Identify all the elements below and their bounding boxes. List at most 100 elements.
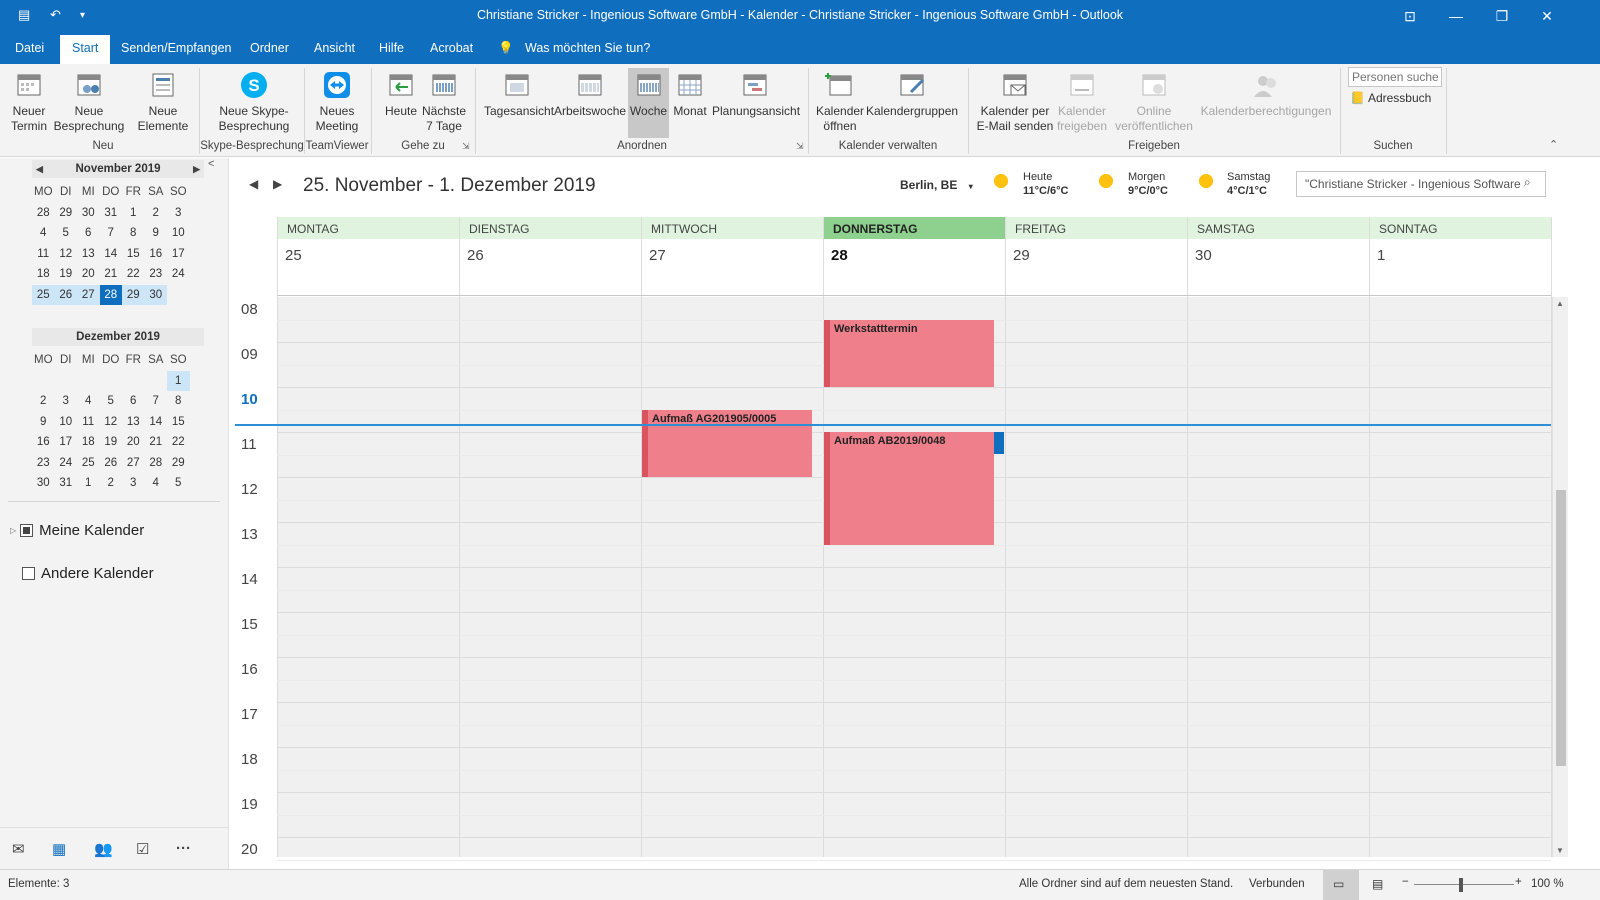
mini-calendar-day[interactable]: 23	[32, 453, 55, 474]
close-icon[interactable]: ✕	[1535, 5, 1559, 27]
mini-calendar-day[interactable]: 6	[122, 391, 145, 412]
mini-calendar-day[interactable]: 5	[100, 391, 123, 412]
day-view-button[interactable]: Tagesansicht	[484, 68, 554, 119]
mini-calendar-day[interactable]: 29	[55, 203, 78, 224]
mini-calendar-day[interactable]: 26	[100, 453, 123, 474]
tab-start[interactable]: Start	[60, 35, 111, 64]
mini-calendar-day[interactable]: 19	[55, 264, 78, 285]
mini-calendar-day[interactable]: 28	[99, 284, 122, 305]
day-header-mittwoch[interactable]: MITTWOCH	[641, 217, 823, 239]
mini-calendar-day[interactable]: 18	[77, 432, 100, 453]
mini-calendar-day[interactable]: 6	[77, 223, 100, 244]
zoom-out-icon[interactable]: −	[1402, 876, 1409, 888]
previous-week-icon[interactable]: ◀	[249, 177, 258, 191]
mini-calendar-day[interactable]: 9	[32, 412, 55, 433]
mini-calendar-day[interactable]: 3	[122, 473, 145, 494]
mini-calendar-day[interactable]: 12	[55, 244, 78, 265]
location-dropdown-icon[interactable]: ▾	[969, 182, 973, 191]
publish-online-button[interactable]: Online veröffentlichen	[1110, 68, 1198, 134]
mini-calendar-day[interactable]: 25	[77, 453, 100, 474]
mini-calendar-day[interactable]: 15	[167, 412, 190, 433]
ribbon-display-options-icon[interactable]: ⊡	[1398, 5, 1422, 27]
new-skype-meeting-button[interactable]: S Neue Skype-Besprechung	[210, 68, 298, 134]
share-calendar-button[interactable]: Kalender freigeben	[1056, 68, 1108, 134]
next-month-icon[interactable]: ▶	[193, 160, 200, 178]
day-header-freitag[interactable]: FREITAG	[1005, 217, 1187, 239]
tab-senden-empfangen[interactable]: Senden/Empfangen	[121, 41, 232, 55]
work-week-button[interactable]: Arbeitswoche	[554, 68, 626, 119]
mini-calendar-day[interactable]: 5	[55, 223, 78, 244]
new-meeting-button[interactable]: Neue Besprechung	[50, 68, 128, 134]
mini-calendar-day[interactable]: 4	[77, 391, 100, 412]
prev-month-icon[interactable]: ◀	[36, 160, 43, 178]
new-items-button[interactable]: Neue Elemente	[136, 68, 190, 134]
today-button[interactable]: Heute	[382, 68, 420, 119]
mini-calendar-day[interactable]: 8	[167, 391, 190, 412]
collapse-pane-icon[interactable]: <	[208, 158, 214, 170]
day-number[interactable]: 28	[831, 247, 848, 264]
teamviewer-meeting-button[interactable]: Neues Meeting	[308, 68, 366, 134]
day-number[interactable]: 25	[285, 247, 302, 264]
mini-calendar-day[interactable]: 3	[167, 203, 190, 224]
mini-calendar-day[interactable]: 17	[167, 244, 190, 265]
calendar-event[interactable]: Aufmaß AG201905/0005	[642, 409, 812, 477]
tab-acrobat[interactable]: Acrobat	[430, 41, 473, 55]
day-number[interactable]: 27	[649, 247, 666, 264]
tab-datei[interactable]: Datei	[15, 41, 44, 55]
expand-icon[interactable]: ▷	[10, 526, 16, 535]
email-calendar-button[interactable]: Kalender per E-Mail senden	[976, 68, 1054, 134]
mini-calendar-day[interactable]: 3	[55, 391, 78, 412]
day-number[interactable]: 30	[1195, 247, 1212, 264]
mini-calendar-day[interactable]: 31	[55, 473, 78, 494]
weather-location[interactable]: Berlin, BE ▾	[900, 178, 973, 192]
mini-calendar-day[interactable]: 2	[32, 391, 55, 412]
mini-calendar-day[interactable]: 29	[122, 284, 145, 305]
new-appointment-button[interactable]: Neuer Termin	[8, 68, 50, 134]
calendar-event[interactable]: Werkstatttermin	[824, 319, 994, 387]
mini-calendar-day[interactable]: 26	[54, 284, 77, 305]
minimize-icon[interactable]: —	[1444, 5, 1468, 27]
mini-calendar-day[interactable]: 13	[77, 244, 100, 265]
mini-calendar-day[interactable]: 4	[145, 473, 168, 494]
schedule-view-button[interactable]: Planungsansicht	[712, 68, 800, 119]
zoom-in-icon[interactable]: +	[1515, 876, 1522, 888]
other-calendars-group[interactable]: Andere Kalender	[22, 565, 154, 582]
other-calendars-checkbox[interactable]	[22, 567, 35, 580]
day-header-samstag[interactable]: SAMSTAG	[1187, 217, 1369, 239]
search-people-input[interactable]	[1348, 67, 1442, 87]
mini-calendar-day[interactable]: 31	[100, 203, 123, 224]
mini-calendar-day[interactable]: 24	[55, 453, 78, 474]
mini-calendar-day[interactable]: 27	[77, 284, 100, 305]
day-header-sonntag[interactable]: SONNTAG	[1369, 217, 1551, 239]
mini-calendar-day[interactable]: 17	[55, 432, 78, 453]
dialog-launcher-icon[interactable]: ⇲	[462, 141, 470, 152]
maximize-icon[interactable]: ❐	[1490, 5, 1514, 27]
day-header-donnerstag[interactable]: DONNERSTAG	[823, 217, 1005, 239]
mini-calendar-day[interactable]: 1	[77, 473, 100, 494]
day-number[interactable]: 29	[1013, 247, 1030, 264]
mini-calendar-day[interactable]: 14	[145, 412, 168, 433]
mini-calendar-day[interactable]: 10	[167, 223, 190, 244]
tab-hilfe[interactable]: Hilfe	[379, 41, 404, 55]
mini-calendar-day[interactable]: 1	[122, 203, 145, 224]
mini-calendar-day[interactable]: 29	[167, 453, 190, 474]
vertical-scrollbar[interactable]: ▲ ▼	[1552, 297, 1568, 857]
mini-calendar-day[interactable]: 15	[122, 244, 145, 265]
scrollbar-thumb[interactable]	[1556, 490, 1566, 766]
reading-view-icon[interactable]: ▤	[1372, 877, 1383, 891]
mini-calendar-day[interactable]: 11	[77, 412, 100, 433]
scroll-up-icon[interactable]: ▲	[1556, 299, 1564, 308]
calendar-nav-icon[interactable]: ▦	[52, 840, 66, 858]
calendar-permissions-button[interactable]: Kalenderberechtigungen	[1200, 68, 1332, 119]
mini-calendar-day[interactable]: 16	[145, 244, 168, 265]
mini-calendar-day[interactable]: 30	[144, 284, 167, 305]
day-number[interactable]: 26	[467, 247, 484, 264]
mini-calendar-day[interactable]: 21	[145, 432, 168, 453]
mini-calendar-day[interactable]: 1	[167, 370, 190, 391]
day-number[interactable]: 1	[1377, 247, 1385, 264]
calendar-event[interactable]: Aufmaß AB2019/0048	[824, 432, 994, 545]
mini-calendar-day[interactable]: 25	[32, 284, 55, 305]
mini-calendar-day[interactable]: 10	[55, 412, 78, 433]
day-header-montag[interactable]: MONTAG	[277, 217, 459, 239]
mini-calendar-day[interactable]: 27	[122, 453, 145, 474]
